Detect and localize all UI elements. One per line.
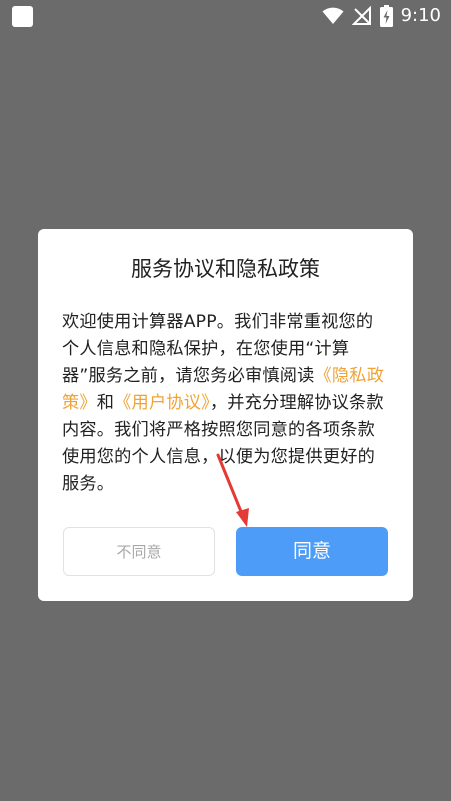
wifi-icon	[322, 7, 344, 25]
agree-button[interactable]: 同意	[236, 527, 388, 576]
and-text: 和	[96, 393, 115, 413]
notification-icon	[12, 6, 33, 27]
battery-charging-icon	[379, 5, 393, 27]
status-icons: 9:10	[322, 4, 441, 28]
dialog-title: 服务协议和隐私政策	[131, 257, 320, 281]
user-agreement-link[interactable]: 《用户协议》	[114, 393, 210, 413]
status-time: 9:10	[400, 5, 441, 26]
screen: 9:10 服务协议和隐私政策 欢迎使用计算器APP。我们非常重视您的个人信息和隐…	[0, 0, 451, 801]
status-bar: 9:10	[0, 0, 451, 32]
disagree-button[interactable]: 不同意	[63, 527, 215, 576]
no-signal-icon	[351, 6, 372, 26]
privacy-dialog: 服务协议和隐私政策 欢迎使用计算器APP。我们非常重视您的个人信息和隐私保护，在…	[38, 229, 413, 601]
dialog-body: 欢迎使用计算器APP。我们非常重视您的个人信息和隐私保护，在您使用“计算器”服务…	[62, 309, 388, 498]
